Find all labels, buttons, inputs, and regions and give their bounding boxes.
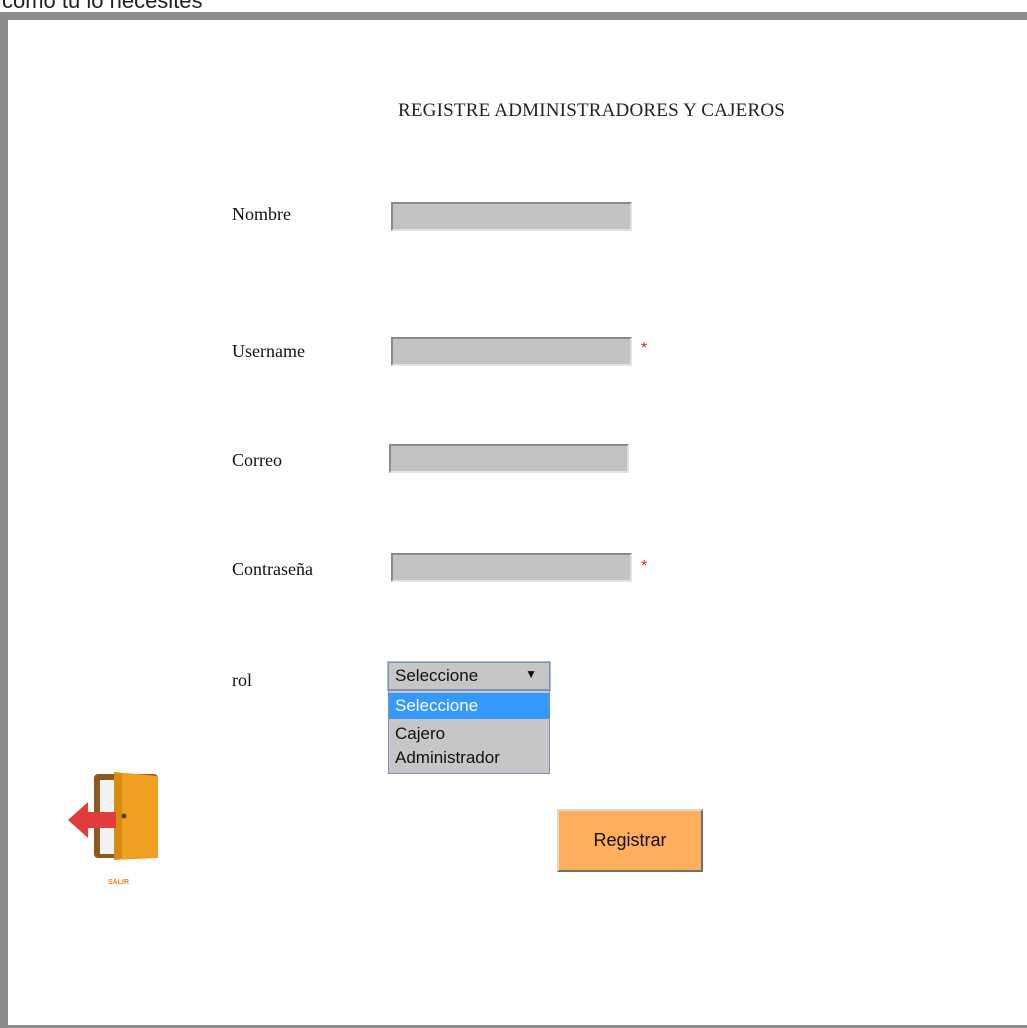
contrasena-label: Contraseña [232,559,313,579]
username-required-mark: * [641,340,648,357]
form-frame [0,12,1027,1028]
correo-input[interactable] [389,444,629,473]
nombre-label: Nombre [232,204,291,224]
chevron-down-icon[interactable]: ▼ [525,667,537,681]
page-title: REGISTRE ADMINISTRADORES Y CAJEROS [398,100,786,121]
nombre-input[interactable] [391,202,632,231]
contrasena-input[interactable] [391,553,632,582]
rol-option-seleccione[interactable]: Seleccione [389,693,549,719]
exit-label: SALIR [108,879,129,886]
exit-door-icon[interactable] [66,770,162,862]
username-label: Username [232,341,305,361]
rol-select-value: Seleccione [395,666,479,685]
top-caption: como tu lo necesites [2,0,203,12]
contrasena-required-mark: * [641,558,648,575]
username-input[interactable] [391,337,632,366]
rol-select[interactable]: Seleccione ▼ [387,661,551,691]
register-button[interactable]: Registrar [557,809,703,872]
rol-label: rol [232,670,252,690]
rol-option-cajero[interactable]: Cajero [389,721,549,747]
rol-option-administrador[interactable]: Administrador [389,745,549,771]
rol-dropdown-list: Seleccione Cajero Administrador [388,690,550,774]
correo-label: Correo [232,450,282,470]
